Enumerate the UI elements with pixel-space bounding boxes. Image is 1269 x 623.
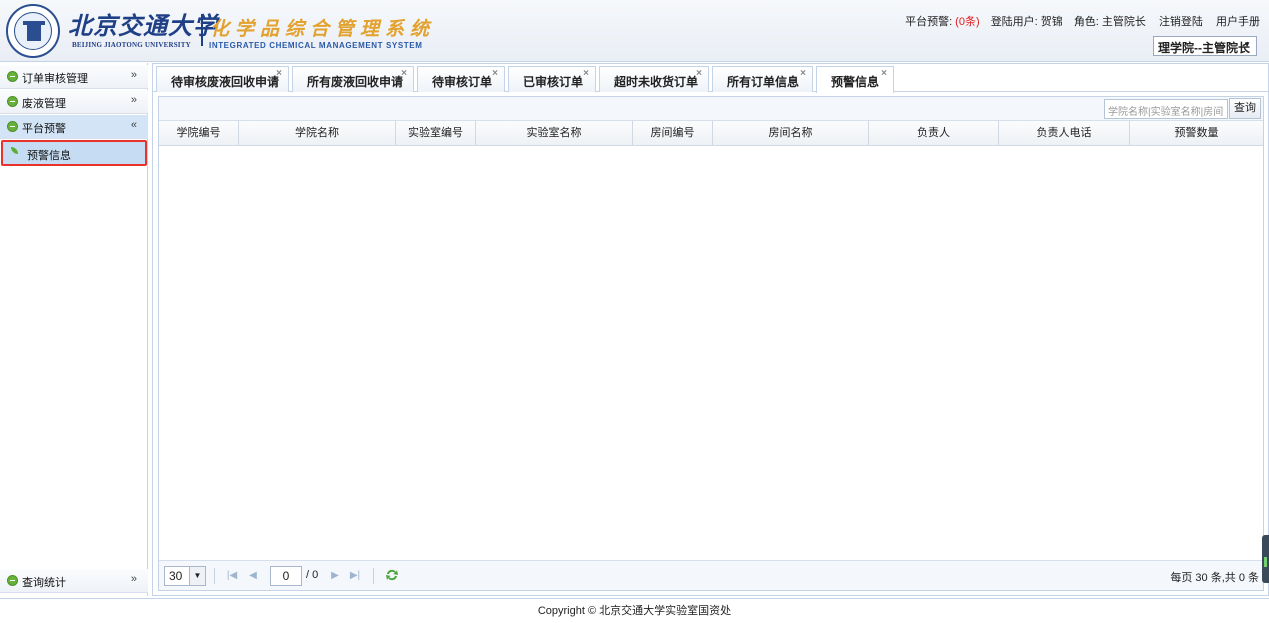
- tab-warning-info[interactable]: 预警信息 ×: [816, 66, 894, 93]
- column-header[interactable]: 负责人电话: [999, 121, 1130, 146]
- column-header[interactable]: 实验室编号: [396, 121, 476, 146]
- column-header[interactable]: 实验室名称: [476, 121, 633, 146]
- role-name: 主管院长: [1101, 16, 1146, 28]
- tab-label: 所有废液回收申请: [307, 75, 404, 89]
- last-page-icon[interactable]: ▶|: [347, 567, 363, 585]
- close-icon[interactable]: ×: [800, 68, 806, 79]
- tab-pending-orders[interactable]: 待审核订单 ×: [417, 66, 505, 92]
- user-manual-link[interactable]: 用户手册: [1216, 16, 1260, 28]
- university-seal-logo: [6, 4, 60, 58]
- chevron-down-icon: »: [130, 94, 137, 106]
- login-user-label: 登陆用户:: [990, 16, 1038, 28]
- refresh-icon[interactable]: [384, 567, 400, 583]
- sidebar-item-label: 订单审核管理: [22, 73, 88, 85]
- page-size-select[interactable]: 30 ▼: [164, 566, 206, 586]
- close-icon[interactable]: ×: [276, 68, 282, 79]
- sidebar-item-order-review[interactable]: 订单审核管理 »: [0, 65, 148, 89]
- tab-label: 待审核废液回收申请: [171, 75, 280, 89]
- tab-label: 预警信息: [831, 75, 880, 89]
- sidebar-item-label: 查询统计: [22, 577, 66, 589]
- data-grid: 学院名称|实验室名称|房间 查询 学院编号 学院名称 实验室编号 实验室名称 房…: [158, 96, 1264, 591]
- role-select[interactable]: 理学院--主管院长 ▼: [1153, 36, 1257, 56]
- tab-label: 超时未收货订单: [614, 75, 699, 89]
- column-header[interactable]: 房间编号: [633, 121, 713, 146]
- circle-icon: [7, 96, 18, 107]
- sidebar-item-waste-liquid[interactable]: 废液管理 »: [0, 90, 148, 114]
- sidebar-item-platform-warning[interactable]: 平台预警 «: [0, 115, 148, 139]
- tab-label: 所有订单信息: [727, 75, 800, 89]
- university-name-en: BEIJING JIAOTONG UNIVERSITY: [72, 41, 191, 49]
- query-button[interactable]: 查询: [1229, 98, 1261, 119]
- first-page-icon[interactable]: |◀: [224, 567, 240, 585]
- column-header[interactable]: 学院名称: [239, 121, 396, 146]
- floating-side-tab[interactable]: [1262, 535, 1269, 583]
- column-header[interactable]: 负责人: [869, 121, 999, 146]
- close-icon[interactable]: ×: [881, 68, 887, 79]
- sidebar-subitem-label: 预警信息: [27, 150, 71, 162]
- circle-icon: [7, 575, 18, 586]
- chevron-down-icon: ▼: [189, 567, 205, 585]
- next-page-icon[interactable]: ▶: [327, 567, 343, 585]
- leaf-icon: [11, 147, 18, 157]
- close-icon[interactable]: ×: [401, 68, 407, 79]
- platform-warning-count[interactable]: (0条): [955, 16, 979, 28]
- sidebar-item-label: 废液管理: [22, 98, 66, 110]
- pagination-info: 每页 30 条,共 0 条: [1170, 572, 1259, 584]
- page-size-value: 30: [169, 569, 183, 583]
- search-input[interactable]: 学院名称|实验室名称|房间: [1104, 99, 1228, 119]
- chevron-down-icon: »: [130, 69, 137, 81]
- system-name-en: INTEGRATED CHEMICAL MANAGEMENT SYSTEM: [209, 41, 423, 50]
- sidebar: 订单审核管理 » 废液管理 » 平台预警 « 预警信息 查询统计 »: [0, 63, 148, 596]
- header-divider: [201, 14, 203, 46]
- logout-link[interactable]: 注销登陆: [1159, 16, 1203, 28]
- close-icon[interactable]: ×: [492, 68, 498, 79]
- main-panel: 待审核废液回收申请 × 所有废液回收申请 × 待审核订单 × 已审核订单 × 超…: [152, 63, 1269, 596]
- column-header[interactable]: 房间名称: [713, 121, 869, 146]
- page-number-input[interactable]: 0: [270, 566, 302, 586]
- tab-all-waste-applications[interactable]: 所有废液回收申请 ×: [292, 66, 414, 92]
- chevron-down-icon: »: [130, 573, 137, 585]
- role-select-value: 理学院--主管院长: [1158, 41, 1250, 55]
- prev-page-icon[interactable]: ◀: [245, 567, 261, 585]
- tab-bar: 待审核废液回收申请 × 所有废液回收申请 × 待审核订单 × 已审核订单 × 超…: [153, 64, 1268, 93]
- tab-all-orders[interactable]: 所有订单信息 ×: [712, 66, 813, 92]
- pager-divider: [373, 568, 374, 584]
- tab-label: 已审核订单: [523, 75, 584, 89]
- close-icon[interactable]: ×: [583, 68, 589, 79]
- platform-warning-label: 平台预警:: [905, 16, 953, 28]
- tab-reviewed-orders[interactable]: 已审核订单 ×: [508, 66, 596, 92]
- grid-toolbar: 学院名称|实验室名称|房间 查询: [159, 97, 1263, 121]
- close-icon[interactable]: ×: [696, 68, 702, 79]
- circle-icon: [7, 71, 18, 82]
- chevron-up-icon: «: [130, 119, 137, 131]
- page-total: / 0: [306, 569, 319, 581]
- tab-overdue-orders[interactable]: 超时未收货订单 ×: [599, 66, 709, 92]
- pager-divider: [214, 568, 215, 584]
- column-header[interactable]: 学院编号: [159, 121, 239, 146]
- user-info-bar: 平台预警: (0条) 登陆用户: 贺锦 角色: 主管院长 注销登陆 用户手册: [905, 13, 1260, 29]
- footer: Copyright © 北京交通大学实验室国资处: [0, 598, 1269, 623]
- tab-label: 待审核订单: [432, 75, 493, 89]
- column-header[interactable]: 预警数量: [1130, 121, 1263, 146]
- sidebar-subitem-warning-info[interactable]: 预警信息: [1, 140, 147, 166]
- circle-icon: [7, 121, 18, 132]
- tab-pending-waste-applications[interactable]: 待审核废液回收申请 ×: [156, 66, 289, 92]
- table-body: [159, 147, 1263, 560]
- dropdown-caret-icon: ▼: [1243, 40, 1251, 49]
- sidebar-item-query-stats[interactable]: 查询统计 »: [0, 569, 148, 593]
- app-header: 北京交通大学 BEIJING JIAOTONG UNIVERSITY 化学品综合…: [0, 0, 1269, 62]
- role-label: 角色:: [1073, 16, 1099, 28]
- university-name-cn: 北京交通大学: [68, 11, 218, 40]
- pagination-bar: 30 ▼ |◀ ◀ 0 / 0 ▶ ▶| 每页 30 条,共 0 条: [159, 560, 1263, 590]
- sidebar-item-label: 平台预警: [22, 123, 66, 135]
- login-user-name: 贺锦: [1040, 16, 1063, 28]
- copyright-text: Copyright © 北京交通大学实验室国资处: [537, 605, 732, 617]
- system-name-cn: 化学品综合管理系统: [210, 18, 436, 40]
- table-header: 学院编号 学院名称 实验室编号 实验室名称 房间编号 房间名称 负责人 负责人电…: [159, 121, 1263, 146]
